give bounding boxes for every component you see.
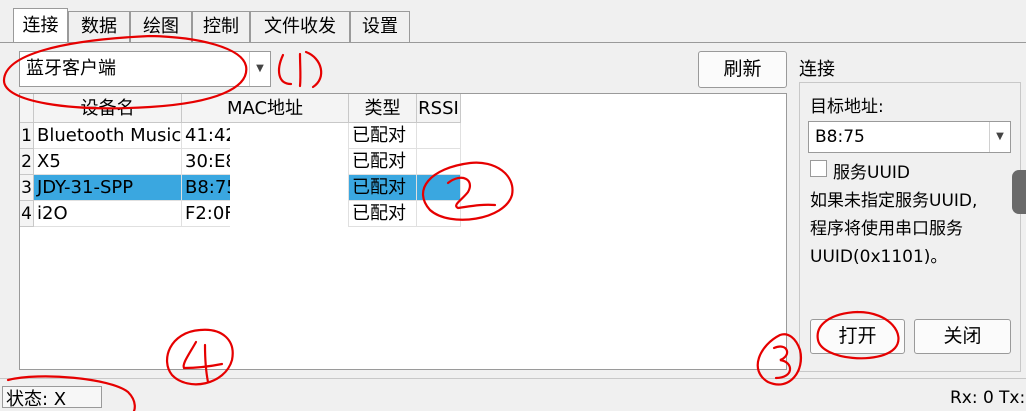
mode-select[interactable]: 蓝牙客户端 ▼ xyxy=(19,51,271,87)
tx-counter: Tx: xyxy=(999,388,1026,408)
annotation-stroke xyxy=(304,50,323,89)
table-cell-type[interactable]: 已配对 xyxy=(349,175,417,201)
row-header[interactable]: 4 xyxy=(20,201,34,227)
table-cell-type[interactable]: 已配对 xyxy=(349,149,417,175)
table-cell-type[interactable]: 已配对 xyxy=(349,201,417,227)
scroll-handle[interactable] xyxy=(1012,170,1026,214)
tab-control[interactable]: 控制 xyxy=(192,11,250,42)
rx-counter: Rx: 0 xyxy=(950,388,994,408)
table-cell-type[interactable]: 已配对 xyxy=(349,123,417,149)
refresh-button[interactable]: 刷新 xyxy=(698,51,787,88)
table-cell-name[interactable]: i2O xyxy=(34,201,182,227)
hint-line-1: 如果未指定服务UUID, xyxy=(810,191,978,211)
service-uuid-label: 服务UUID xyxy=(833,163,910,183)
target-address-label: 目标地址: xyxy=(810,97,884,117)
connect-group-title: 连接 xyxy=(799,59,835,80)
annotation-stroke xyxy=(277,53,293,86)
target-address-select[interactable]: B8:75 ▼ xyxy=(808,121,1011,153)
status-bar xyxy=(0,378,1026,411)
hint-line-2: 程序将使用串口服务 xyxy=(810,219,963,239)
table-cell-rssi[interactable] xyxy=(417,149,461,175)
tab-data[interactable]: 数据 xyxy=(68,11,130,42)
column-header-device-name[interactable]: 设备名 xyxy=(34,94,182,123)
close-button[interactable]: 关闭 xyxy=(914,319,1011,354)
chevron-down-icon[interactable]: ▼ xyxy=(989,122,1010,152)
table-cell-rssi[interactable] xyxy=(417,175,461,201)
table-corner xyxy=(20,94,34,123)
tab-settings[interactable]: 设置 xyxy=(350,11,410,42)
column-header-rssi[interactable]: RSSI xyxy=(417,94,461,123)
row-header[interactable]: 3 xyxy=(20,175,34,201)
tab-bar: 连接 数据 绘图 控制 文件收发 设置 xyxy=(0,0,1026,43)
open-button[interactable]: 打开 xyxy=(810,319,905,354)
service-uuid-checkbox[interactable] xyxy=(810,160,827,177)
tab-file-transfer[interactable]: 文件收发 xyxy=(250,11,350,42)
hint-line-3: UUID(0x1101)。 xyxy=(810,247,948,267)
row-header[interactable]: 1 xyxy=(20,123,34,149)
chevron-down-icon[interactable]: ▼ xyxy=(249,52,270,86)
tab-connect[interactable]: 连接 xyxy=(13,8,68,43)
device-table: 设备名 MAC地址 类型 RSSI 1 Bluetooth Music 41:4… xyxy=(19,93,787,370)
redaction-mask xyxy=(230,123,348,257)
column-header-mac[interactable]: MAC地址 xyxy=(182,94,349,123)
table-cell-rssi[interactable] xyxy=(417,201,461,227)
target-address-value: B8:75 xyxy=(815,127,865,147)
column-header-type[interactable]: 类型 xyxy=(349,94,417,123)
tab-divider xyxy=(0,42,1026,43)
status-text: 状态: X xyxy=(6,389,67,410)
redaction-mask xyxy=(869,122,984,152)
table-cell-rssi[interactable] xyxy=(417,123,461,149)
tab-plot[interactable]: 绘图 xyxy=(130,11,192,42)
row-header[interactable]: 2 xyxy=(20,149,34,175)
mode-select-value: 蓝牙客户端 xyxy=(26,58,116,79)
table-cell-name[interactable]: JDY-31-SPP xyxy=(34,175,182,201)
table-cell-name[interactable]: X5 xyxy=(34,149,182,175)
table-cell-name[interactable]: Bluetooth Music xyxy=(34,123,182,149)
